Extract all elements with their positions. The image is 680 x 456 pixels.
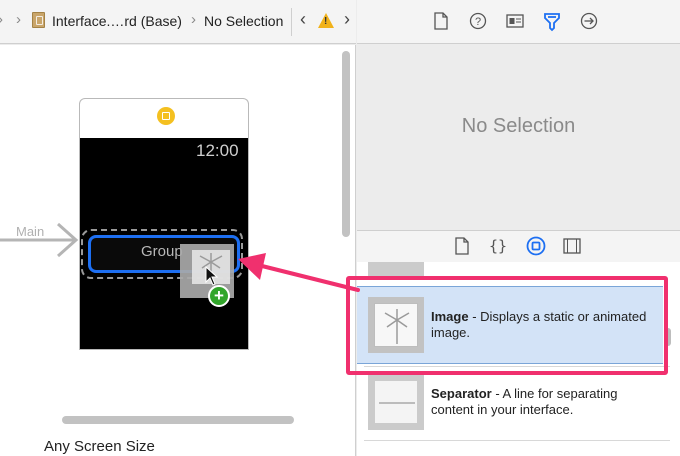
callout-arrow-icon xyxy=(238,253,360,292)
xcode-window: › › Interface.…rd (Base) › No Selection … xyxy=(0,0,680,456)
